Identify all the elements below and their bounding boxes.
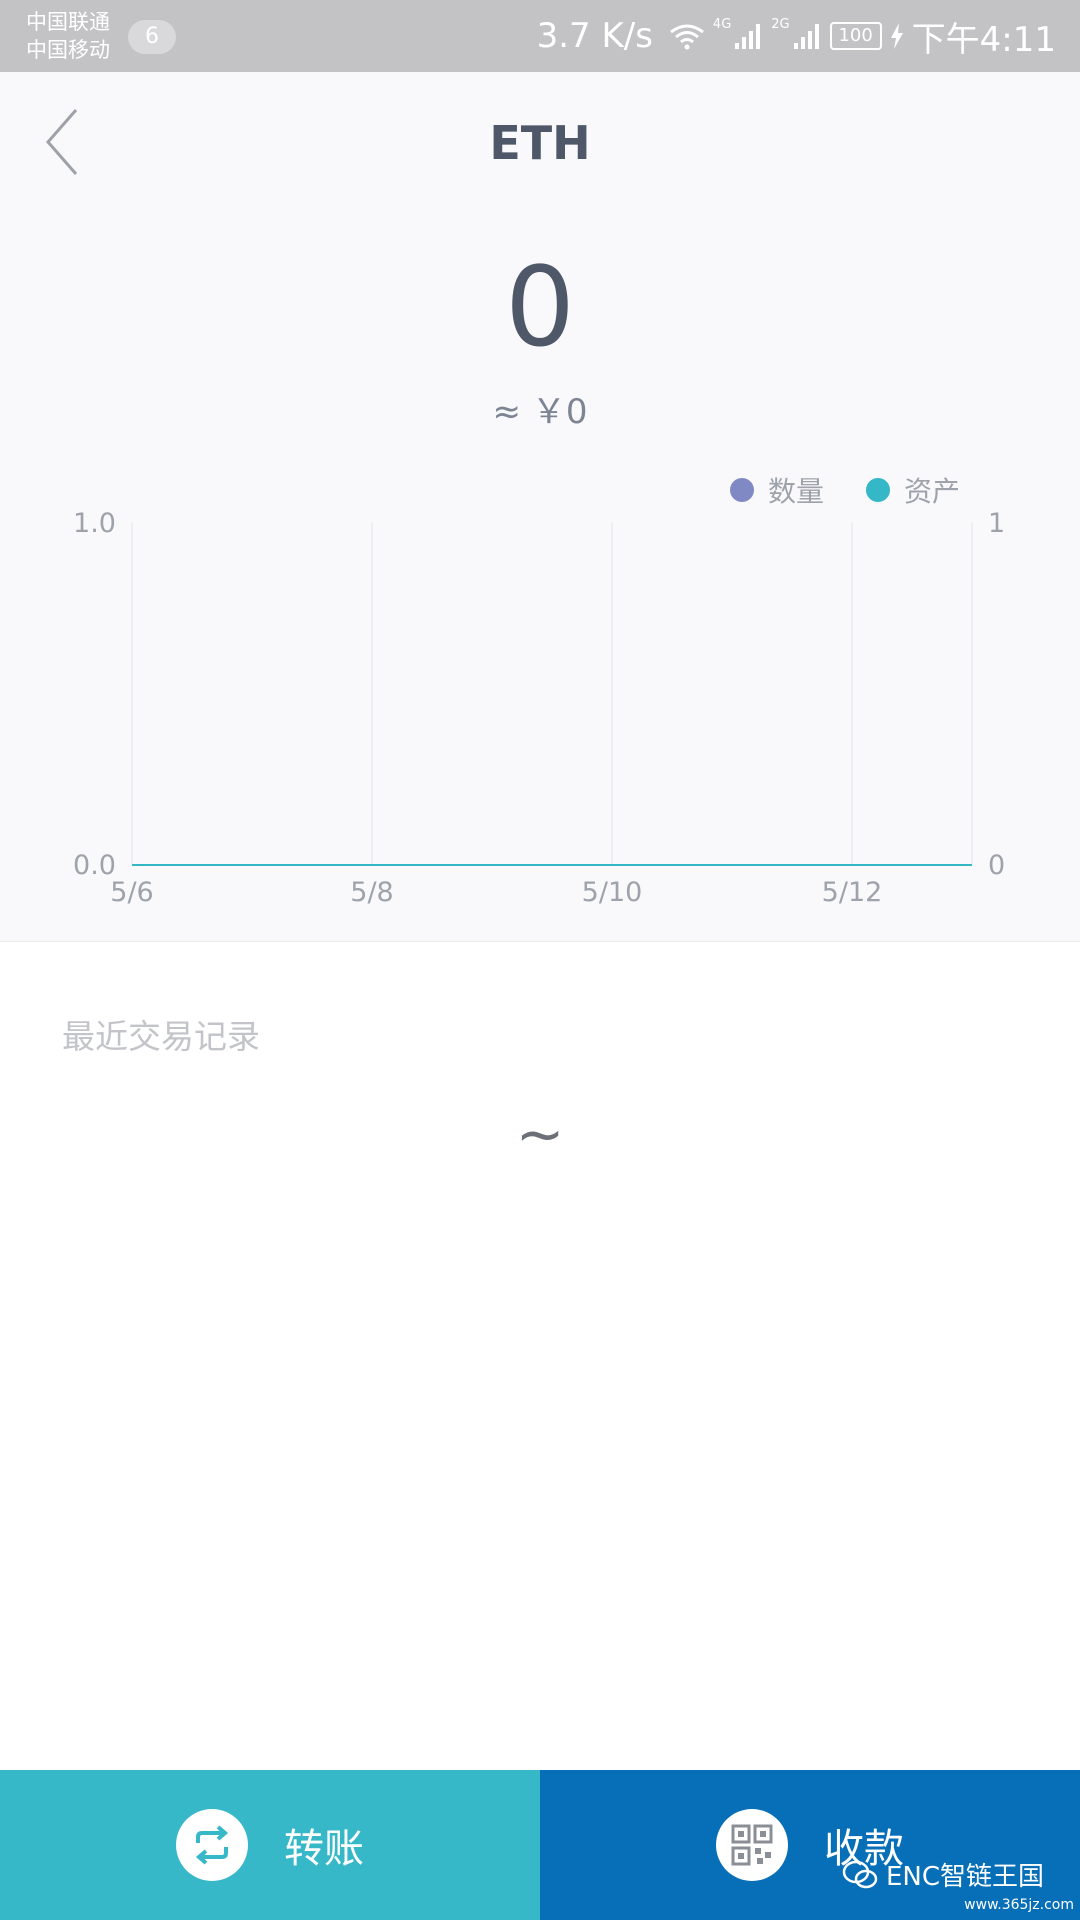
transfer-button[interactable]: 转账 — [0, 1770, 540, 1920]
carrier-2: 中国移动 — [26, 38, 110, 62]
network-speed: 3.7 K/s — [536, 16, 653, 56]
clock: 下午4:11 — [911, 19, 1056, 60]
transfer-label: 转账 — [284, 1826, 364, 1872]
signal-2-type: 2G — [771, 16, 790, 32]
battery-icon: 100 — [829, 22, 882, 50]
y-left-tick-label: 0.0 — [73, 850, 116, 881]
y-right-tick-label: 1 — [988, 508, 1005, 539]
status-bar: 中国联通 中国移动 6 3.7 K/s 4G 2G 100 下午4:11 — [0, 0, 1080, 72]
charging-icon — [890, 23, 903, 49]
watermark: ENC智链王国 — [842, 1856, 1044, 1893]
transactions-empty-marker: ~ — [515, 1100, 565, 1168]
carrier-labels: 中国联通 中国移动 — [26, 8, 110, 64]
transfer-icon — [176, 1809, 248, 1881]
balance-chart: 5/6 5/8 5/10 5/12 0.0 1.0 0 1 — [73, 508, 1005, 908]
watermark-text: ENC智链王国 — [885, 1862, 1044, 1892]
watermark-url: www.365jz.com — [964, 1897, 1074, 1913]
wifi-icon — [670, 24, 704, 50]
carrier-1: 中国联通 — [26, 10, 110, 34]
qr-code-icon — [716, 1809, 788, 1881]
y-left-tick-label: 1.0 — [73, 508, 116, 539]
signal-1-icon — [735, 24, 761, 49]
wechat-icon — [842, 1860, 878, 1888]
section-divider — [0, 941, 1080, 942]
status-indicators: 3.7 K/s 4G 2G 100 下午4:11 — [536, 14, 1056, 60]
signal-1-type: 4G — [712, 16, 732, 32]
signal-2-icon — [793, 24, 819, 49]
y-right-tick-label: 0 — [988, 850, 1005, 881]
x-tick-label: 5/8 — [350, 877, 393, 908]
asset-header: ETH 0 ≈ ￥0 数量 资产 5/6 5/8 5/10 5/12 0.0 1.0 0 1 — [0, 72, 1080, 942]
x-tick-label: 5/6 — [110, 877, 153, 908]
x-tick-label: 5/10 — [582, 877, 643, 908]
notification-count-badge: 6 — [128, 20, 176, 54]
recent-transactions-title: 最近交易记录 — [62, 1017, 260, 1056]
x-tick-label: 5/12 — [822, 877, 883, 908]
